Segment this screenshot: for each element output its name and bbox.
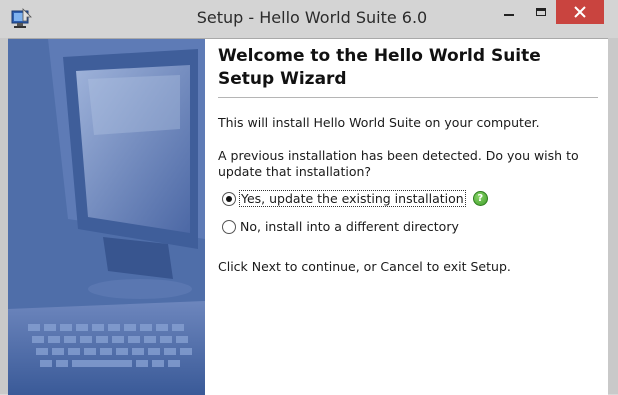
- radio-button-selected[interactable]: [222, 191, 236, 206]
- computer-illustration: [8, 39, 205, 395]
- option-install-new-directory[interactable]: No, install into a different directory: [222, 219, 459, 234]
- maximize-icon: [536, 8, 546, 16]
- title-bar[interactable]: Setup - Hello World Suite 6.0: [0, 0, 618, 38]
- intro-text: This will install Hello World Suite on y…: [218, 115, 540, 130]
- previous-install-prompt: A previous installation has been detecte…: [218, 148, 579, 179]
- option-update-existing[interactable]: Yes, update the existing installation ?: [222, 190, 488, 207]
- wizard-side-image: [8, 39, 205, 395]
- close-button[interactable]: [556, 0, 604, 24]
- maximize-button[interactable]: [528, 0, 554, 24]
- heading-divider: [218, 97, 598, 98]
- wizard-panel: Welcome to the Hello World Suite Setup W…: [205, 39, 608, 395]
- close-icon: [574, 3, 586, 22]
- option-install-new-label[interactable]: No, install into a different directory: [240, 219, 459, 234]
- minimize-button[interactable]: [496, 0, 522, 24]
- radio-dot: [226, 195, 232, 202]
- continue-instructions: Click Next to continue, or Cancel to exi…: [218, 259, 511, 274]
- help-question-icon[interactable]: ?: [472, 191, 488, 206]
- page-title: Welcome to the Hello World Suite Setup W…: [218, 46, 541, 89]
- radio-button[interactable]: [222, 219, 236, 234]
- minimize-icon: [504, 14, 514, 16]
- setup-window: Setup - Hello World Suite 6.0 Welcome to…: [0, 0, 618, 395]
- window-title: Setup - Hello World Suite 6.0: [196, 8, 428, 27]
- wizard-content: Welcome to the Hello World Suite Setup W…: [8, 38, 608, 395]
- option-update-label[interactable]: Yes, update the existing installation: [239, 190, 466, 207]
